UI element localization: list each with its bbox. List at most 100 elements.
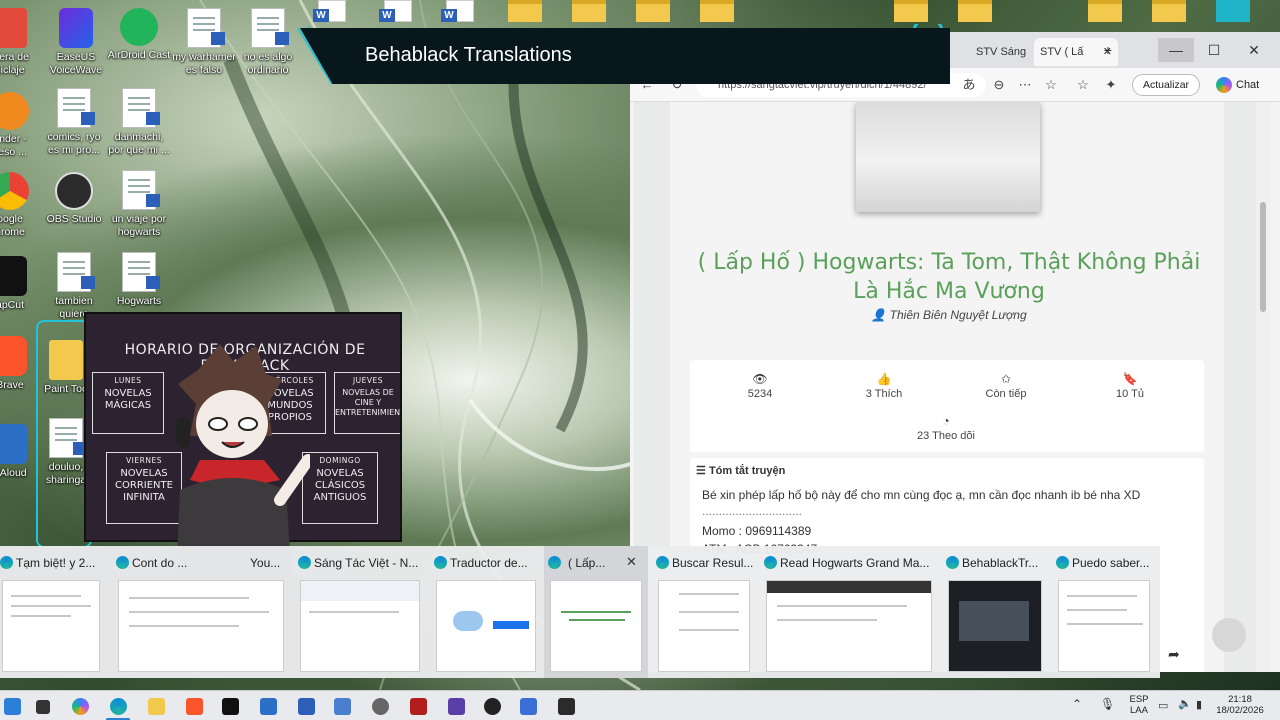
task-preview — [948, 580, 1042, 672]
folder-icon[interactable] — [572, 0, 606, 22]
schedule-day: JUEVES NOVELAS DE CINE Y ENTRETENIMIENTO — [334, 372, 400, 434]
microphone-icon[interactable]: 🎙 — [1100, 697, 1115, 711]
word-document-icon — [57, 252, 95, 292]
folder-icon[interactable] — [1088, 0, 1122, 22]
close-task-icon[interactable]: ✕ — [626, 554, 637, 570]
folder-icon[interactable] — [508, 0, 542, 22]
edge-icon — [1056, 556, 1069, 569]
app-icon[interactable] — [520, 698, 537, 715]
edge-icon[interactable] — [110, 698, 127, 715]
task-thumbnail[interactable]: Traductor de... — [434, 546, 538, 678]
minimize-button[interactable]: — — [1158, 38, 1194, 62]
summary-line: Bé xin phép lấp hố bộ này để cho mn cùng… — [702, 488, 1141, 502]
task-title: You... — [250, 556, 281, 570]
edge-icon — [0, 556, 13, 569]
task-preview — [766, 580, 932, 672]
app-icon[interactable] — [448, 698, 465, 715]
task-thumbnail-selected[interactable]: ( Lấp... ✕ — [544, 546, 648, 678]
clock-time: 21:18 — [1228, 694, 1252, 705]
vtuber-avatar — [176, 344, 310, 580]
desktop-icon-document[interactable]: no es algo ordinario — [230, 8, 306, 77]
app-icon[interactable] — [410, 698, 427, 715]
brave-icon[interactable] — [186, 698, 203, 715]
shelf-count: 10 Tủ — [1116, 388, 1144, 400]
new-tab-button[interactable]: + — [1090, 38, 1126, 62]
close-window-button[interactable]: ✕ — [1236, 38, 1272, 62]
app-icon — [0, 8, 27, 48]
obs-icon[interactable] — [484, 698, 501, 715]
readaloud-icon[interactable] — [260, 698, 277, 715]
task-preview — [1058, 580, 1150, 672]
bookshelf-button[interactable]: 🔖 10 Tủ — [1070, 372, 1190, 400]
capcut-icon[interactable] — [222, 698, 239, 715]
scrollbar-thumb[interactable] — [1260, 202, 1266, 312]
terminal-icon[interactable] — [558, 698, 575, 715]
tab-sangtacviet[interactable]: STV Sáng Tá — [970, 38, 1036, 86]
desktop-icon-label: Hogwarts — [116, 295, 162, 307]
notepad-icon[interactable] — [334, 698, 351, 715]
desktop-icon-document[interactable]: Hogwarts — [101, 252, 177, 308]
folder-icon[interactable] — [894, 0, 928, 22]
task-view-icon[interactable] — [36, 700, 50, 714]
task-preview — [436, 580, 536, 672]
folder-icon[interactable] — [636, 0, 670, 22]
task-preview — [2, 580, 100, 672]
clock-date: 18/02/2026 — [1216, 705, 1264, 716]
folder-icon[interactable] — [958, 0, 992, 22]
zoom-out-icon[interactable]: ⊖ — [990, 76, 1008, 94]
copilot-icon[interactable] — [72, 698, 89, 715]
task-thumbnail[interactable]: Sáng Tác Việt - N... — [298, 546, 424, 678]
thumbs-up-icon: 👍 — [876, 372, 892, 386]
extensions-icon[interactable]: ✦ — [1102, 76, 1120, 94]
folder-icon[interactable] — [700, 0, 734, 22]
book-title[interactable]: ( Lấp Hố ) Hogwarts: Ta Tom, Thật Không … — [694, 248, 1204, 306]
clock[interactable]: 21:18 18/02/2026 — [1212, 694, 1268, 716]
chat-button[interactable]: Chat — [1216, 74, 1259, 96]
task-thumbnail[interactable]: Read Hogwarts Grand Ma... — [764, 546, 934, 678]
page-scrollbar[interactable] — [1256, 102, 1270, 672]
obs-icon — [55, 172, 93, 210]
follow-button[interactable]: ◔ 23 Theo dõi — [886, 414, 1006, 442]
favorites-icon[interactable]: ☆ — [1074, 76, 1092, 94]
desktop-icon-label: no es algo ordinario — [243, 51, 293, 76]
volume-icon[interactable]: 🔈 — [1178, 697, 1192, 710]
task-thumbnail[interactable]: Tạm biệt! y 2... — [0, 546, 110, 678]
day-topic: NOVELAS CLÁSICOS ANTIGUOS — [313, 468, 367, 503]
word-icon[interactable] — [298, 698, 315, 715]
desktop-icon-document[interactable]: danmachi, por que mi ... — [101, 88, 177, 157]
app-icon[interactable] — [1216, 0, 1250, 22]
more-options-icon[interactable]: ⋯ — [1016, 76, 1034, 94]
edge-icon — [116, 556, 129, 569]
status-label: Còn tiếp — [985, 388, 1027, 400]
word-file-icon[interactable] — [441, 0, 474, 22]
task-thumbnail[interactable]: Puedo saber... — [1056, 546, 1152, 678]
battery-icon[interactable]: ▮ — [1196, 698, 1202, 711]
settings-fab-icon[interactable] — [1212, 618, 1246, 652]
translate-icon[interactable]: あ — [960, 76, 978, 94]
word-file-icon[interactable] — [379, 0, 412, 22]
file-explorer-icon[interactable] — [148, 698, 165, 715]
task-thumbnail[interactable]: BehablackTr... — [946, 546, 1044, 678]
update-button[interactable]: Actualizar — [1132, 74, 1200, 96]
folder-icon[interactable] — [1152, 0, 1186, 22]
task-thumbnail[interactable]: You... — [236, 546, 292, 678]
maximize-button[interactable]: ☐ — [1196, 38, 1232, 62]
desktop-icon-document[interactable]: un viaje por hogwarts — [101, 170, 177, 239]
language-indicator[interactable]: ESP LAA — [1126, 694, 1152, 716]
like-button[interactable]: 👍 3 Thích — [824, 372, 944, 400]
task-thumbnail[interactable]: Buscar Resul... — [656, 546, 754, 678]
brave-icon — [0, 336, 27, 376]
share-icon[interactable]: ➦ — [1168, 646, 1180, 663]
settings-icon[interactable] — [372, 698, 389, 715]
edge-icon — [946, 556, 959, 569]
word-file-icon[interactable] — [313, 0, 346, 22]
favorite-star-icon[interactable]: ☆ — [1042, 76, 1060, 94]
start-icon[interactable] — [4, 698, 21, 715]
book-author[interactable]: 👤 Thiên Biên Nguyệt Lượng — [694, 308, 1204, 322]
summary-heading-text: Tóm tắt truyện — [708, 465, 786, 477]
edge-icon — [548, 556, 561, 569]
lang-bottom: LAA — [1130, 705, 1148, 716]
network-icon[interactable]: ▭ — [1158, 699, 1168, 712]
chevron-up-icon[interactable]: ⌃ — [1072, 697, 1082, 711]
desktop-icon-label: OBS Studio — [46, 213, 102, 225]
